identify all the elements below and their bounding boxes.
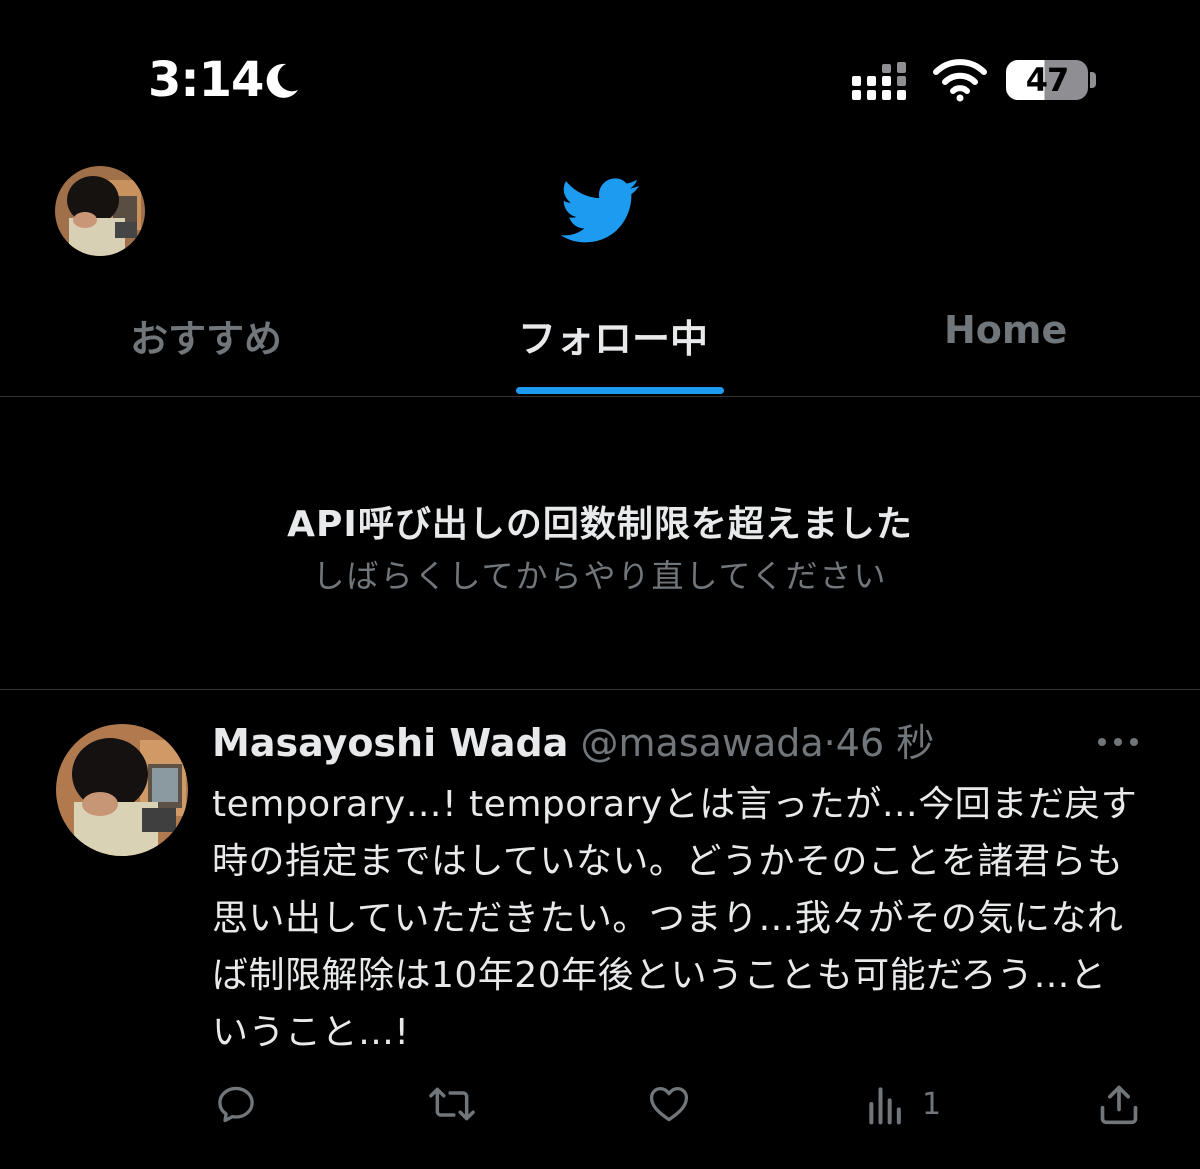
- notice-title: API呼び出しの回数制限を超えました: [287, 504, 913, 545]
- tweet-text: temporary…! temporaryとは言ったが…今回まだ戻す時の指定まで…: [212, 784, 1138, 1053]
- tweet-separator: ·: [823, 721, 836, 765]
- moon-icon: [266, 63, 298, 98]
- retweet-button[interactable]: [428, 1082, 476, 1126]
- heart-icon: [649, 1086, 689, 1122]
- more-options-icon[interactable]: [1096, 734, 1140, 750]
- share-button[interactable]: [1098, 1082, 1140, 1126]
- status-time: 3:14: [148, 52, 264, 108]
- views-button[interactable]: 1: [866, 1082, 941, 1126]
- rate-limit-notice: API呼び出しの回数制限を超えました しばらくしてからやり直してください: [0, 397, 1200, 690]
- retweet-icon: [429, 1087, 475, 1121]
- notice-subtitle: しばらくしてからやり直してください: [312, 557, 888, 595]
- tweet-timestamp[interactable]: 46 秒: [836, 721, 934, 765]
- reply-icon: [218, 1086, 254, 1123]
- battery-cap: [1090, 72, 1096, 88]
- tab-following[interactable]: フォロー中: [518, 308, 708, 363]
- avatar-image: [55, 166, 145, 256]
- battery-icon: 47: [1006, 60, 1088, 100]
- timeline-tabs: おすすめ フォロー中 Home: [0, 290, 1200, 397]
- reply-button[interactable]: [214, 1082, 258, 1126]
- tweet-header: Masayoshi Wada @masawada·46 秒: [212, 720, 934, 766]
- app-screen: 3:14 47 おすすめ フォロー中 Home API呼び出しの回数制限を超えま…: [0, 0, 1200, 1169]
- tweet[interactable]: Masayoshi Wada @masawada·46 秒 temporary……: [0, 690, 1200, 1169]
- tweet-author-avatar[interactable]: [56, 724, 188, 856]
- views-icon: [869, 1087, 901, 1125]
- battery-level: 47: [1025, 61, 1070, 99]
- tab-home[interactable]: Home: [944, 308, 1067, 352]
- wifi-icon: [933, 59, 987, 102]
- signal-icon: [852, 62, 906, 100]
- status-bar: 3:14 47: [0, 0, 1200, 150]
- tab-recommended[interactable]: おすすめ: [130, 308, 282, 363]
- tweet-author-handle[interactable]: @masawada: [581, 721, 824, 765]
- like-button[interactable]: [646, 1082, 692, 1126]
- tweet-author-name[interactable]: Masayoshi Wada: [212, 721, 568, 765]
- profile-avatar-button[interactable]: [55, 166, 145, 256]
- views-count: 1: [922, 1086, 942, 1122]
- avatar-image: [56, 724, 188, 856]
- active-tab-indicator: [516, 387, 724, 394]
- share-icon: [1100, 1085, 1138, 1125]
- twitter-bird-icon[interactable]: [561, 178, 641, 244]
